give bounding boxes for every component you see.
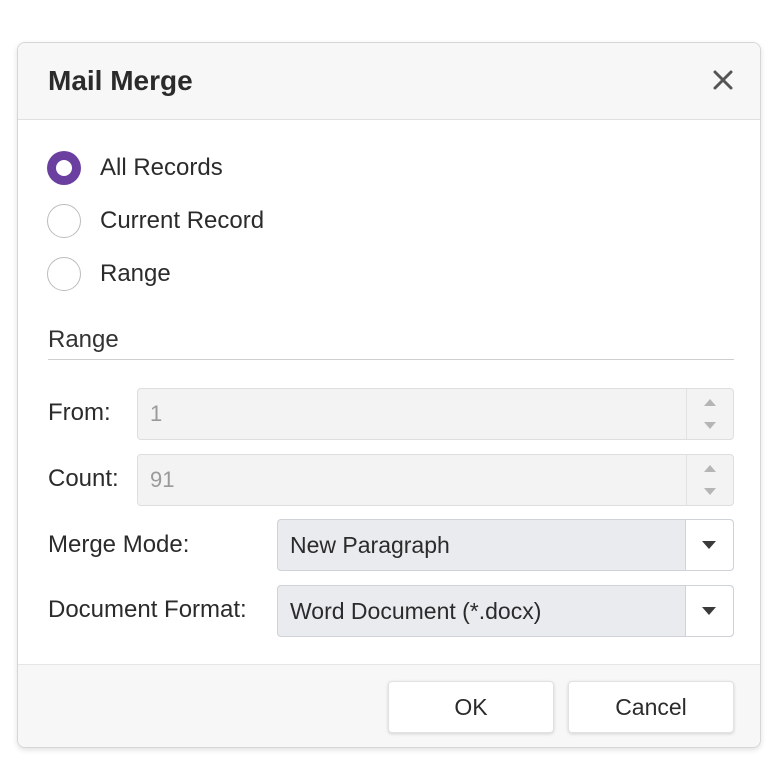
count-spin-buttons bbox=[686, 455, 733, 505]
chevron-down-icon bbox=[702, 607, 716, 615]
radio-button-checked[interactable] bbox=[47, 151, 81, 185]
radio-all-records[interactable]: All Records bbox=[47, 149, 223, 187]
document-format-label: Document Format: bbox=[48, 596, 247, 623]
cancel-button[interactable]: Cancel bbox=[568, 681, 734, 733]
range-group-title: Range bbox=[48, 326, 119, 353]
radio-button[interactable] bbox=[47, 204, 81, 238]
count-label: Count: bbox=[48, 465, 119, 492]
from-value: 1 bbox=[150, 401, 163, 426]
close-button[interactable] bbox=[708, 65, 738, 95]
spin-up-icon[interactable] bbox=[702, 461, 718, 475]
spin-up-icon[interactable] bbox=[702, 395, 718, 409]
from-label: From: bbox=[48, 399, 111, 426]
count-value: 91 bbox=[150, 467, 175, 492]
chevron-down-icon bbox=[702, 541, 716, 549]
document-format-value: Word Document (*.docx) bbox=[290, 598, 542, 624]
count-spin-editor[interactable]: 91 bbox=[137, 454, 734, 506]
from-spin-editor[interactable]: 1 bbox=[137, 388, 734, 440]
merge-mode-value: New Paragraph bbox=[290, 532, 450, 558]
mail-merge-dialog: Mail Merge All Records Current Record Ra… bbox=[17, 42, 761, 748]
radio-label-all-records: All Records bbox=[100, 154, 223, 181]
radio-label-current-record: Current Record bbox=[100, 207, 265, 234]
spin-down-icon[interactable] bbox=[702, 485, 718, 499]
radio-label-range: Range bbox=[100, 260, 171, 287]
from-spin-buttons bbox=[686, 389, 733, 439]
spin-down-icon[interactable] bbox=[702, 419, 718, 433]
radio-current-record[interactable]: Current Record bbox=[47, 202, 264, 240]
dialog-footer: OK Cancel bbox=[18, 664, 760, 747]
document-format-dropdown-button[interactable] bbox=[685, 586, 733, 636]
close-icon bbox=[713, 70, 733, 90]
range-group-divider bbox=[48, 359, 734, 360]
radio-range[interactable]: Range bbox=[47, 255, 171, 293]
radio-button[interactable] bbox=[47, 257, 81, 291]
merge-mode-dropdown-button[interactable] bbox=[685, 520, 733, 570]
ok-button[interactable]: OK bbox=[388, 681, 554, 733]
dialog-header: Mail Merge bbox=[18, 43, 760, 120]
merge-mode-label: Merge Mode: bbox=[48, 531, 190, 558]
merge-mode-select[interactable]: New Paragraph bbox=[277, 519, 734, 571]
document-format-select[interactable]: Word Document (*.docx) bbox=[277, 585, 734, 637]
dialog-title: Mail Merge bbox=[48, 65, 193, 96]
